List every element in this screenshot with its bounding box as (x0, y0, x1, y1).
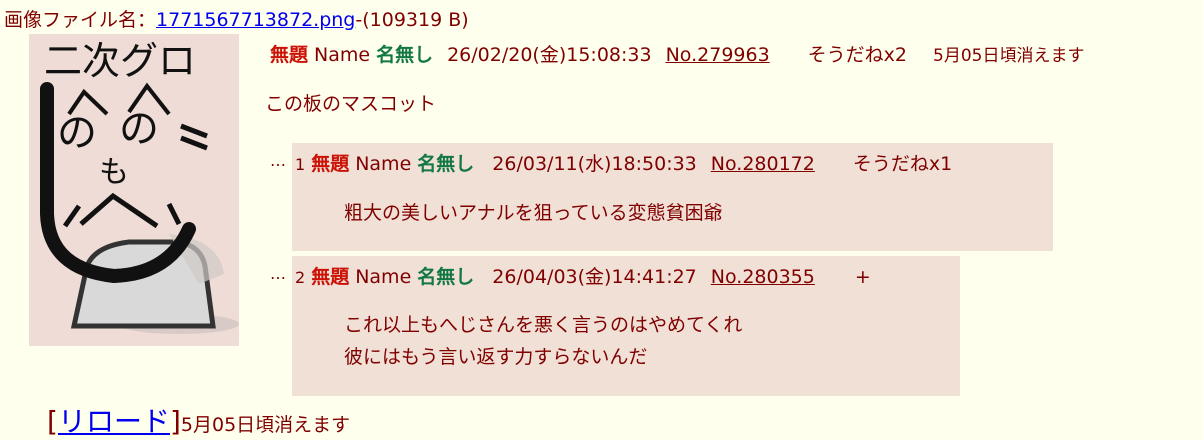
reply-1-body: 粗大の美しいアナルを狙っている変態貧困爺 (344, 197, 723, 229)
op-subject: 無題 (270, 44, 309, 66)
svg-text:の: の (119, 106, 159, 152)
op-expire: 5月05日頃消えます (933, 46, 1085, 66)
reply-1-dots: … (270, 151, 286, 170)
reply-2-subject: 無題 (311, 266, 350, 288)
op-name-label: Name (314, 44, 371, 66)
footer-expire: 5月05日頃消えます (180, 414, 351, 436)
reply-1: 1 無題 Name 名無し 26/03/11(水)18:50:33 No.280… (292, 143, 1053, 251)
reply-2-number-link[interactable]: No.280355 (711, 266, 815, 288)
op-number-link[interactable]: No.279963 (666, 44, 770, 66)
reply-1-name: 名無し (417, 153, 475, 175)
file-info: 画像ファイル名：1771567713872.png-(109319 B) (4, 5, 469, 32)
svg-text:の: の (57, 110, 97, 156)
footer: [リロード] 5月05日頃消えます (47, 400, 350, 440)
op-sodane-button[interactable]: そうだねx2 (808, 40, 907, 67)
reply-1-datetime: 26/03/11(水)18:50:33 (492, 153, 697, 175)
reload-link[interactable]: リロード (58, 400, 170, 440)
reply-2-name-label: Name (355, 266, 412, 288)
op-datetime: 26/02/20(金)15:08:33 (447, 44, 652, 66)
reply-2-header: 2 無題 Name 名無し 26/04/03(金)14:41:27 No.280… (295, 262, 871, 289)
reply-2-dots: … (270, 264, 286, 283)
reply-2-line-2: 彼にはもう言い返す力すらないんだ (344, 346, 648, 368)
op-header: 無題 Name 名無し 26/02/20(金)15:08:33 No.27996… (270, 40, 1084, 67)
thumbnail-title: 二次グロ (44, 39, 196, 83)
file-size: -(109319 B) (355, 9, 469, 31)
file-label: 画像ファイル名： (4, 9, 157, 31)
reply-1-name-label: Name (355, 153, 412, 175)
reply-2-sodane-button[interactable]: + (855, 266, 871, 288)
reply-1-subject: 無題 (311, 153, 350, 175)
reply-1-sodane-button[interactable]: そうだねx1 (853, 149, 952, 176)
svg-text:も: も (99, 155, 129, 190)
mascot-drawing: 二次グロ の の も (29, 34, 239, 346)
op-name: 名無し (376, 44, 434, 66)
reply-2-line-1: これ以上もへじさんを悪く言うのはやめてくれ (344, 314, 743, 336)
thumbnail-image[interactable]: 二次グロ の の も (29, 34, 239, 346)
reply-2-index: 2 (295, 268, 306, 287)
reload-bracket-open: [ (47, 405, 58, 438)
file-link[interactable]: 1771567713872.png (156, 9, 355, 31)
reply-1-header: 1 無題 Name 名無し 26/03/11(水)18:50:33 No.280… (295, 149, 952, 176)
reply-1-index: 1 (295, 155, 306, 174)
reply-2-datetime: 26/04/03(金)14:41:27 (492, 266, 697, 288)
reply-2: 2 無題 Name 名無し 26/04/03(金)14:41:27 No.280… (292, 256, 960, 396)
reply-1-line-1: 粗大の美しいアナルを狙っている変態貧困爺 (344, 202, 723, 224)
reply-2-name: 名無し (417, 266, 475, 288)
reply-1-number-link[interactable]: No.280172 (711, 153, 815, 175)
reload-bracket-close: ] (169, 405, 181, 438)
reply-2-body: これ以上もへじさんを悪く言うのはやめてくれ 彼にはもう言い返す力すらないんだ (344, 309, 742, 373)
op-body: この板のマスコット (265, 93, 437, 115)
